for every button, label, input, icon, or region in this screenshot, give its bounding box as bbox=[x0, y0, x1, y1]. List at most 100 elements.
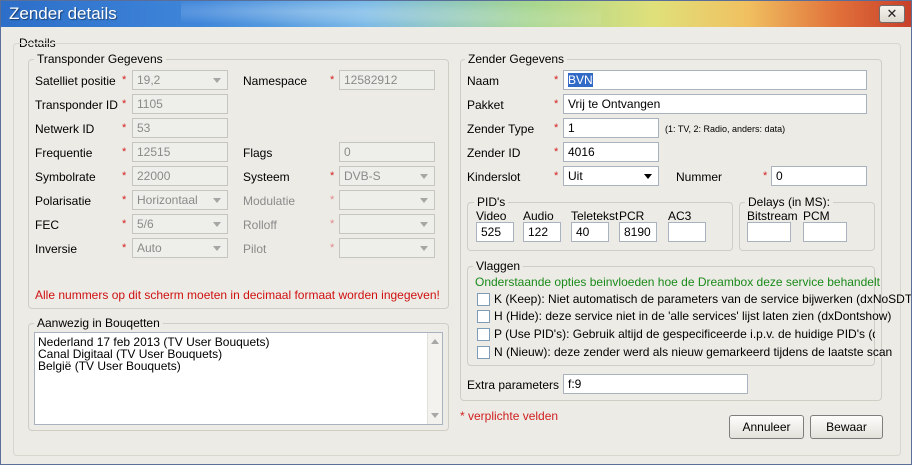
polarisatie-label: Polarisatie bbox=[35, 194, 92, 208]
modulatie-select[interactable] bbox=[339, 190, 435, 210]
vlaggen-intro: Onderstaande opties beinvloeden hoe de D… bbox=[475, 275, 880, 289]
chevron-down-icon bbox=[644, 174, 652, 179]
close-button[interactable]: ✕ bbox=[879, 5, 905, 23]
flag-use-pids-label[interactable]: P (Use PID's): Gebruik altijd de gespeci… bbox=[494, 327, 875, 341]
inversie-value: Auto bbox=[137, 241, 162, 255]
audio-label: Audio bbox=[523, 209, 554, 223]
scroll-up-icon[interactable] bbox=[431, 339, 439, 344]
modulatie-label: Modulatie bbox=[243, 194, 296, 208]
netwerk-id-input[interactable]: 53 bbox=[132, 118, 228, 138]
required-mark: * bbox=[330, 242, 335, 254]
required-mark: * bbox=[122, 122, 127, 134]
flag-nieuw-label[interactable]: N (Nieuw): deze zender werd als nieuw ge… bbox=[494, 345, 892, 359]
required-mark: * bbox=[122, 74, 127, 86]
netwerk-id-label: Netwerk ID bbox=[35, 122, 95, 136]
systeem-select[interactable]: DVB-S bbox=[339, 166, 435, 186]
flag-keep-checkbox[interactable] bbox=[477, 293, 490, 306]
zender-type-label: Zender Type bbox=[467, 122, 535, 136]
required-mark: * bbox=[554, 146, 559, 158]
transponder-legend: Transponder Gegevens bbox=[34, 52, 166, 66]
required-mark: * bbox=[330, 170, 335, 182]
fec-select[interactable]: 5/6 bbox=[132, 214, 228, 234]
frequentie-label: Frequentie bbox=[35, 146, 93, 160]
bouquets-scrollbar[interactable] bbox=[427, 333, 442, 424]
ac3-label: AC3 bbox=[668, 209, 692, 223]
nummer-input[interactable]: 0 bbox=[771, 166, 867, 186]
flags-input[interactable]: 0 bbox=[339, 142, 435, 162]
delays-legend: Delays (in MS): bbox=[745, 195, 834, 209]
titlebar-decoration bbox=[181, 1, 601, 27]
list-item[interactable]: België (TV User Bouquets) bbox=[38, 359, 181, 373]
chevron-down-icon bbox=[213, 198, 221, 203]
satelliet-value: 19,2 bbox=[137, 73, 161, 87]
required-mark: * bbox=[122, 170, 127, 182]
pcr-pid-input[interactable]: 8190 bbox=[619, 222, 657, 242]
chevron-down-icon bbox=[213, 78, 221, 83]
required-mark: * bbox=[554, 98, 559, 110]
required-mark: * bbox=[554, 74, 559, 86]
bitstream-label: Bitstream bbox=[747, 209, 798, 223]
rolloff-label: Rolloff bbox=[243, 218, 277, 232]
naam-value: BVN bbox=[568, 73, 593, 87]
teletekst-pid-input[interactable]: 40 bbox=[571, 222, 609, 242]
kinderslot-value: Uit bbox=[568, 169, 583, 183]
polarisatie-select[interactable]: Horizontaal bbox=[132, 190, 228, 210]
namespace-input[interactable]: 12582912 bbox=[339, 70, 435, 90]
chevron-down-icon bbox=[420, 198, 428, 203]
inversie-select[interactable]: Auto bbox=[132, 238, 228, 258]
required-mark: * bbox=[122, 194, 127, 206]
fec-value: 5/6 bbox=[137, 217, 154, 231]
bitstream-delay-input[interactable] bbox=[747, 222, 791, 242]
video-pid-input[interactable]: 525 bbox=[476, 222, 514, 242]
transponder-id-label: Transponder ID bbox=[35, 98, 118, 112]
pcm-delay-input[interactable] bbox=[803, 222, 847, 242]
systeem-value: DVB-S bbox=[344, 169, 381, 183]
required-mark: * bbox=[554, 170, 559, 182]
zender-type-input[interactable]: 1 bbox=[563, 118, 659, 138]
pcr-label: PCR bbox=[619, 209, 645, 223]
bouquets-list[interactable]: Nederland 17 feb 2013 (TV User Bouquets)… bbox=[34, 332, 443, 425]
rolloff-select[interactable] bbox=[339, 214, 435, 234]
teletekst-label: Teletekst bbox=[571, 209, 619, 223]
cancel-button[interactable]: Annuleer bbox=[729, 415, 804, 439]
extra-parameters-input[interactable]: f:9 bbox=[563, 374, 748, 394]
flag-hide-label[interactable]: H (Hide): deze service niet in de 'alle … bbox=[494, 309, 891, 323]
close-icon: ✕ bbox=[886, 6, 898, 21]
kinderslot-select[interactable]: Uit bbox=[563, 166, 659, 186]
flag-hide-checkbox[interactable] bbox=[477, 310, 490, 323]
flag-use-pids-checkbox[interactable] bbox=[477, 328, 490, 341]
window-title: Zender details bbox=[9, 4, 117, 23]
inversie-label: Inversie bbox=[35, 242, 78, 256]
polarisatie-value: Horizontaal bbox=[137, 193, 198, 207]
required-mark: * bbox=[122, 146, 127, 158]
fec-label: FEC bbox=[35, 218, 59, 232]
zender-details-window: Zender details ✕ Details Transponder Geg… bbox=[0, 0, 912, 465]
pcm-label: PCM bbox=[803, 209, 830, 223]
pilot-select[interactable] bbox=[339, 238, 435, 258]
flag-keep-label[interactable]: K (Keep): Niet automatisch de parameters… bbox=[494, 292, 911, 306]
scroll-down-icon[interactable] bbox=[431, 413, 439, 418]
nummer-label: Nummer bbox=[676, 170, 723, 184]
save-button[interactable]: Bewaar bbox=[810, 415, 883, 439]
ac3-pid-input[interactable] bbox=[668, 222, 706, 242]
namespace-label: Namespace bbox=[243, 74, 308, 88]
zender-id-input[interactable]: 4016 bbox=[563, 142, 659, 162]
chevron-down-icon bbox=[420, 222, 428, 227]
transponder-id-input[interactable]: 1105 bbox=[132, 94, 228, 114]
video-label: Video bbox=[476, 209, 507, 223]
frequentie-input[interactable]: 12515 bbox=[132, 142, 228, 162]
pilot-label: Pilot bbox=[243, 242, 267, 256]
audio-pid-input[interactable]: 122 bbox=[523, 222, 561, 242]
title-bar[interactable]: Zender details ✕ bbox=[1, 1, 911, 27]
symbolrate-input[interactable]: 22000 bbox=[132, 166, 228, 186]
pids-legend: PID's bbox=[474, 195, 509, 209]
zender-type-hint: (1: TV, 2: Radio, anders: data) bbox=[665, 124, 786, 134]
naam-input[interactable]: BVN bbox=[563, 70, 867, 90]
flag-nieuw-checkbox[interactable] bbox=[477, 346, 490, 359]
pakket-input[interactable]: Vrij te Ontvangen bbox=[563, 94, 867, 114]
pakket-label: Pakket bbox=[467, 98, 504, 112]
chevron-down-icon bbox=[213, 222, 221, 227]
required-mark: * bbox=[554, 122, 559, 134]
required-mark: * bbox=[122, 242, 127, 254]
satelliet-select[interactable]: 19,2 bbox=[132, 70, 228, 90]
